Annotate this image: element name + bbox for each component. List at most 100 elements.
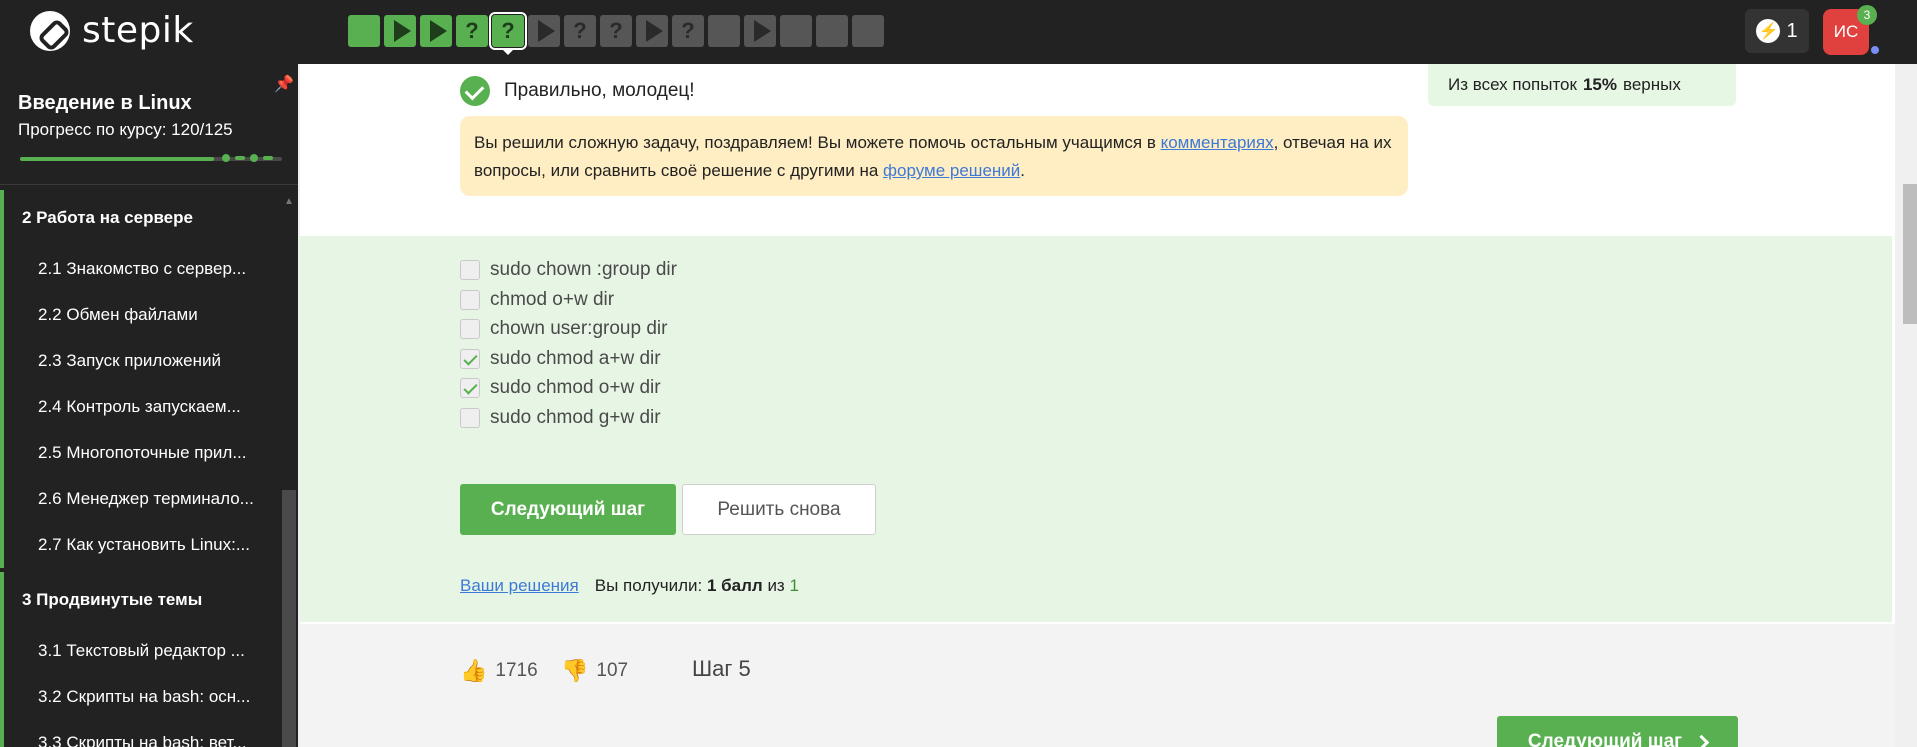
option-label: sudo chmod o+w dir: [490, 377, 661, 398]
submission-summary: Ваши решения Вы получили: 1 балл из 1: [460, 576, 799, 596]
hard-task-notice: Вы решили сложную задачу, поздравляем! В…: [460, 116, 1408, 196]
score-prefix: Вы получили:: [594, 576, 703, 595]
stats-suffix: верных: [1622, 75, 1681, 94]
current-step-pointer: [502, 49, 514, 55]
quiz-option[interactable]: sudo chown :group dir: [460, 259, 677, 281]
sidebar-lesson-item[interactable]: 2.5 Многопоточные прил...: [0, 430, 298, 476]
stats-prefix: Из всех попыток: [1448, 75, 1577, 94]
step-14-button[interactable]: [816, 15, 848, 47]
pin-icon[interactable]: 📌: [274, 74, 294, 94]
quiz-option[interactable]: chmod o+w dir: [460, 289, 614, 311]
sidebar-lesson-item[interactable]: 2.7 Как установить Linux:...: [0, 522, 298, 568]
quiz-option[interactable]: sudo chmod o+w dir: [460, 377, 661, 399]
option-checkbox[interactable]: [460, 289, 480, 310]
dislike-count: 107: [596, 660, 629, 681]
notification-badge: 3: [1857, 5, 1877, 25]
sidebar-scrollbar[interactable]: [282, 490, 296, 747]
step-nav-item: [744, 15, 776, 47]
step-15-button[interactable]: [852, 15, 884, 47]
like-count: 1716: [495, 660, 538, 681]
score-of: из: [767, 576, 785, 595]
course-sidebar: Введение в Linux 📌 Прогресс по курсу: 12…: [0, 64, 298, 747]
solutions-forum-link[interactable]: форуме решений: [883, 161, 1020, 180]
question-icon: ?: [609, 18, 623, 43]
notice-text-1: Вы решили сложную задачу, поздравляем! В…: [474, 133, 1161, 152]
stats-percent: 15%: [1582, 75, 1617, 94]
step-10-button[interactable]: ?: [672, 15, 704, 47]
online-indicator: [1870, 45, 1880, 55]
quiz-option[interactable]: sudo chmod a+w dir: [460, 348, 661, 370]
step-7-button[interactable]: ?: [564, 15, 596, 47]
step-2-button[interactable]: [384, 15, 416, 47]
step-6-button[interactable]: [528, 15, 560, 47]
play-icon: [753, 20, 771, 42]
step-nav-item: ?: [489, 12, 527, 55]
option-checkbox[interactable]: [460, 260, 480, 280]
sidebar-lesson-item[interactable]: 2.4 Контроль запускаем...: [0, 384, 298, 430]
option-checkbox[interactable]: [460, 319, 480, 339]
step-nav-item: [348, 15, 380, 47]
step-5-button[interactable]: ?: [489, 12, 527, 50]
step-4-button[interactable]: ?: [456, 15, 488, 47]
step-nav-item: [528, 15, 560, 47]
step-nav-item: ?: [456, 15, 488, 47]
step-nav-item: [780, 15, 812, 47]
sidebar-lesson-item[interactable]: 3.1 Текстовый редактор ...: [0, 628, 298, 674]
step-3-button[interactable]: [420, 15, 452, 47]
sidebar-lesson-item[interactable]: 2.3 Запуск приложений: [0, 338, 298, 384]
play-icon: [393, 20, 411, 42]
step-content: Правильно, молодец! Из всех попыток 15% …: [300, 64, 1895, 747]
sidebar-lesson-item[interactable]: 3.3 Скрипты на bash: вет...: [0, 720, 298, 747]
step-8-button[interactable]: ?: [600, 15, 632, 47]
step-nav-item: [708, 15, 740, 47]
step-nav-item: [636, 15, 668, 47]
sidebar-lesson-item[interactable]: 2.6 Менеджер терминало...: [0, 476, 298, 522]
page-scrollbar-thumb[interactable]: [1903, 184, 1917, 324]
play-icon: [645, 20, 663, 42]
step-nav-item: [852, 15, 884, 47]
correct-feedback: Правильно, молодец!: [460, 76, 695, 106]
sidebar-section[interactable]: 2 Работа на сервере: [0, 190, 298, 246]
course-title[interactable]: Введение в Linux: [18, 92, 192, 115]
step-9-button[interactable]: [636, 15, 668, 47]
like-button[interactable]: 👍 1716: [460, 658, 538, 684]
next-step-button[interactable]: Следующий шаг: [460, 484, 676, 535]
thumbs-up-icon: 👍: [460, 658, 488, 683]
dislike-button[interactable]: 👎 107: [561, 658, 628, 684]
next-step-bottom-button[interactable]: Следующий шаг: [1497, 716, 1738, 747]
lesson-list: 2 Работа на сервере 2.1 Знакомство с серв…: [0, 190, 298, 747]
attempts-stats: Из всех попыток 15% верных: [1428, 64, 1736, 106]
stepik-logo-icon: [30, 10, 70, 51]
retry-button[interactable]: Решить снова: [682, 484, 876, 535]
question-icon: ?: [573, 18, 587, 43]
stepik-logo[interactable]: stepik: [30, 10, 194, 51]
score-text: Вы получили: 1 балл из 1: [595, 576, 799, 596]
comments-link[interactable]: комментариях: [1161, 133, 1274, 152]
course-progress-label: Прогресс по курсу: 120/125: [18, 120, 233, 139]
progress-dot: [250, 154, 258, 162]
step-1-button[interactable]: [348, 15, 380, 47]
step-11-button[interactable]: [708, 15, 740, 47]
energy-button[interactable]: ⚡ 1: [1745, 9, 1809, 53]
option-label: sudo chmod g+w dir: [490, 406, 661, 428]
sidebar-lesson-item[interactable]: 3.2 Скрипты на bash: осн...: [0, 674, 298, 720]
option-checkbox[interactable]: [460, 348, 480, 369]
option-checkbox[interactable]: [460, 378, 480, 398]
quiz-option[interactable]: chown user:group dir: [460, 318, 667, 340]
play-icon: [429, 20, 447, 42]
step-13-button[interactable]: [780, 15, 812, 47]
step-nav-item: [420, 15, 452, 47]
step-12-button[interactable]: [744, 15, 776, 47]
lightning-icon: ⚡: [1756, 19, 1781, 43]
option-checkbox[interactable]: [460, 407, 480, 428]
next-step-bottom-label: Следующий шаг: [1527, 731, 1683, 747]
sidebar-divider: [0, 184, 298, 185]
sidebar-section[interactable]: 3 Продвинутые темы: [0, 572, 298, 628]
your-solutions-link[interactable]: Ваши решения: [460, 576, 579, 596]
step-nav-item: [816, 15, 848, 47]
sidebar-lesson-item[interactable]: 2.2 Обмен файлами: [0, 292, 298, 338]
step-nav-item: ?: [672, 15, 704, 47]
sidebar-lesson-item[interactable]: 2.1 Знакомство с сервер...: [0, 246, 298, 292]
page-scrollbar[interactable]: [1895, 64, 1917, 747]
quiz-option[interactable]: sudo chmod g+w dir: [460, 407, 661, 429]
